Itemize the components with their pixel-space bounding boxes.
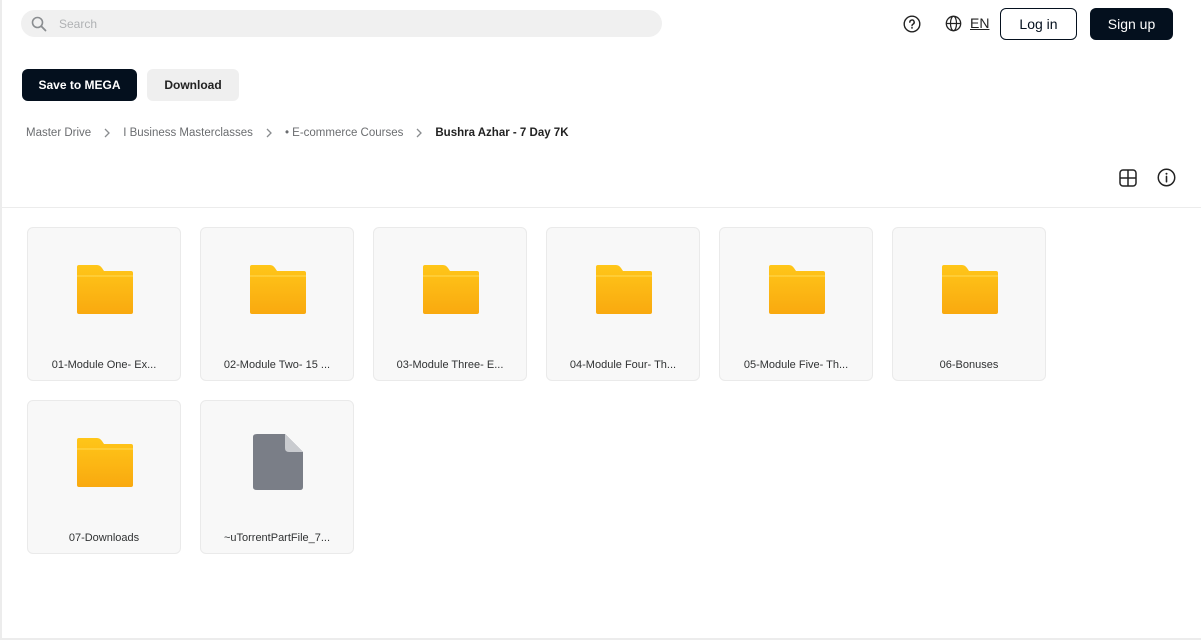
download-button[interactable]: Download xyxy=(147,69,239,101)
file-icon xyxy=(248,434,308,490)
help-icon[interactable] xyxy=(902,14,921,33)
item-name: 06-Bonuses xyxy=(939,359,999,371)
grid-view-icon[interactable] xyxy=(1119,169,1137,187)
chevron-right-icon xyxy=(102,128,112,138)
item-name: ~uTorrentPartFile_7... xyxy=(223,532,331,544)
chevron-right-icon xyxy=(264,128,274,138)
language-code[interactable]: EN xyxy=(970,15,989,31)
folder-card[interactable]: 06-Bonuses xyxy=(892,227,1046,381)
folder-card[interactable]: 01-Module One- Ex... xyxy=(27,227,181,381)
breadcrumb-current: Bushra Azhar - 7 Day 7K xyxy=(435,127,569,139)
folder-icon xyxy=(767,261,827,317)
item-name: 04-Module Four- Th... xyxy=(569,359,677,371)
item-name: 05-Module Five- Th... xyxy=(743,359,849,371)
signup-button[interactable]: Sign up xyxy=(1090,8,1173,40)
folder-icon xyxy=(594,261,654,317)
breadcrumb-item-ecommerce-courses[interactable]: • E-commerce Courses xyxy=(285,127,403,139)
breadcrumb: Master Drive I Business Masterclasses • … xyxy=(26,127,569,139)
folder-icon xyxy=(421,261,481,317)
file-grid: 01-Module One- Ex... 02-Module Two- 15 .… xyxy=(27,227,1057,554)
folder-card[interactable]: 07-Downloads xyxy=(27,400,181,554)
folder-card[interactable]: 02-Module Two- 15 ... xyxy=(200,227,354,381)
chevron-right-icon xyxy=(414,128,424,138)
folder-icon xyxy=(940,261,1000,317)
divider xyxy=(2,207,1201,208)
language-selector[interactable]: EN xyxy=(944,14,989,32)
search-bar[interactable] xyxy=(21,10,662,37)
folder-icon xyxy=(75,434,135,490)
folder-card[interactable]: 04-Module Four- Th... xyxy=(546,227,700,381)
info-icon[interactable] xyxy=(1157,168,1176,187)
login-button[interactable]: Log in xyxy=(1000,8,1077,40)
globe-icon xyxy=(944,14,962,32)
item-name: 02-Module Two- 15 ... xyxy=(223,359,331,371)
search-input[interactable] xyxy=(59,16,619,31)
folder-card[interactable]: 05-Module Five- Th... xyxy=(719,227,873,381)
folder-icon xyxy=(75,261,135,317)
folder-icon xyxy=(248,261,308,317)
item-name: 01-Module One- Ex... xyxy=(51,359,157,371)
item-name: 03-Module Three- E... xyxy=(396,359,504,371)
search-icon xyxy=(30,15,47,32)
folder-card[interactable]: 03-Module Three- E... xyxy=(373,227,527,381)
item-name: 07-Downloads xyxy=(68,532,140,544)
file-card[interactable]: ~uTorrentPartFile_7... xyxy=(200,400,354,554)
breadcrumb-item-business-masterclasses[interactable]: I Business Masterclasses xyxy=(123,127,253,139)
save-to-mega-button[interactable]: Save to MEGA xyxy=(22,69,137,101)
breadcrumb-item-master-drive[interactable]: Master Drive xyxy=(26,127,91,139)
